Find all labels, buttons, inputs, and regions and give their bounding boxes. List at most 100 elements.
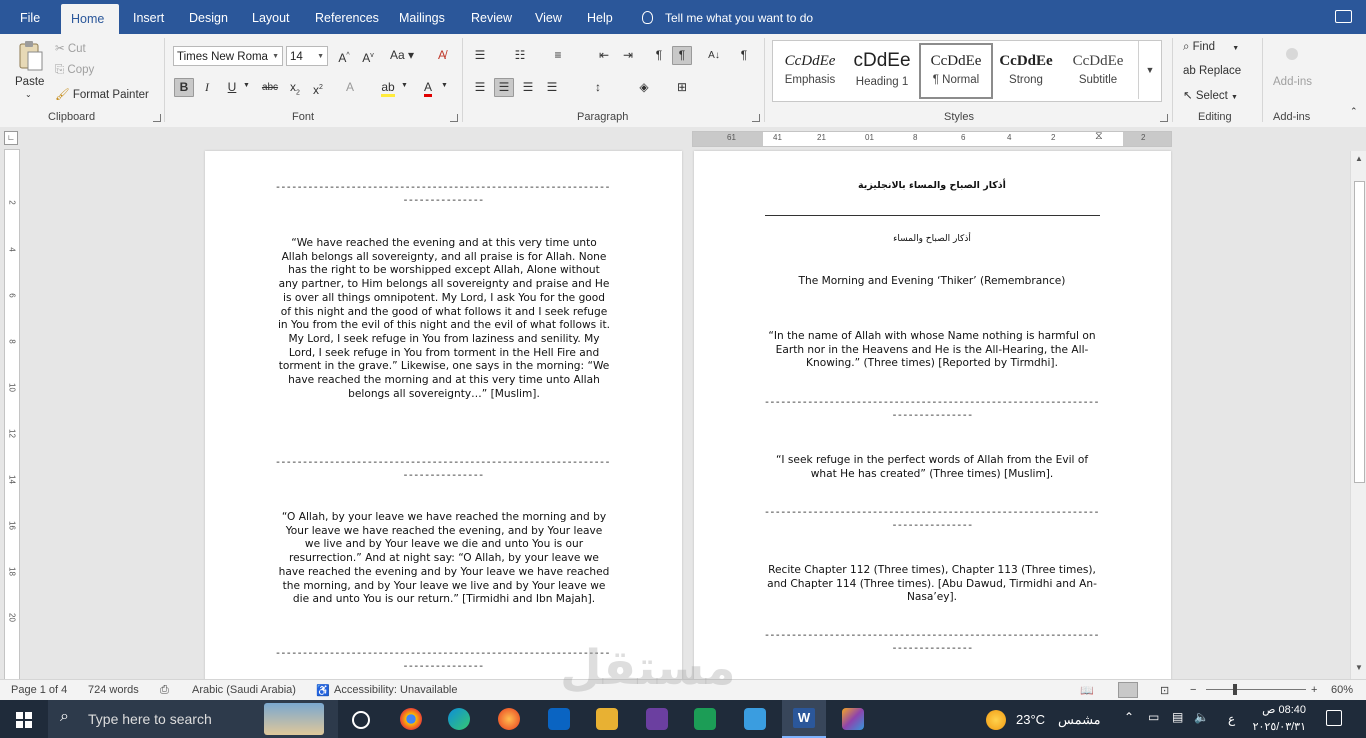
clock-time[interactable]: 08:40 ص: [1240, 703, 1306, 716]
firefox-icon[interactable]: [498, 708, 520, 730]
replace-button[interactable]: ab Replace: [1183, 65, 1241, 77]
find-button[interactable]: ⌕ Find ▼: [1183, 41, 1239, 54]
input-language[interactable]: ع: [1228, 712, 1235, 726]
scroll-down-icon[interactable]: ▼: [1355, 663, 1363, 672]
show-hidden-icons-icon[interactable]: ⌃: [1124, 710, 1134, 724]
app-icon[interactable]: [646, 708, 668, 730]
underline-icon[interactable]: U: [222, 78, 242, 97]
web-layout-icon[interactable]: ⊡: [1160, 684, 1169, 697]
grow-font-icon[interactable]: A^: [334, 46, 354, 65]
addins-button[interactable]: Add-ins: [1273, 76, 1312, 88]
tab-file[interactable]: File: [10, 0, 50, 34]
zoom-slider-thumb[interactable]: [1233, 684, 1237, 695]
font-color-dropdown-icon[interactable]: ▼: [441, 82, 448, 89]
tab-insert[interactable]: Insert: [123, 0, 174, 34]
styles-more-icon[interactable]: ▼: [1138, 41, 1161, 99]
language-status[interactable]: Arabic (Saudi Arabia): [192, 684, 296, 696]
vertical-ruler[interactable]: 2 4 6 8 10 12 14 16 18 20: [4, 149, 20, 679]
word-count[interactable]: 724 words: [88, 684, 139, 696]
text-effects-icon[interactable]: A: [340, 78, 360, 97]
bold-icon[interactable]: B: [174, 78, 194, 97]
multilevel-list-icon[interactable]: ≡: [548, 46, 568, 65]
network-icon[interactable]: ▤: [1172, 710, 1183, 724]
align-left-icon[interactable]: ☰: [470, 78, 490, 97]
accessibility-status[interactable]: Accessibility: Unavailable: [334, 684, 458, 696]
weather-label[interactable]: مشمس: [1058, 712, 1101, 728]
borders-icon[interactable]: ⊞: [672, 78, 692, 97]
shrink-font-icon[interactable]: Av: [358, 46, 378, 65]
file-explorer-icon[interactable]: [596, 708, 618, 730]
align-center-icon[interactable]: ☰: [494, 78, 514, 97]
windows-start-icon[interactable]: [16, 712, 32, 728]
copy-button[interactable]: ⎘ Copy: [55, 64, 94, 77]
tab-design[interactable]: Design: [179, 0, 238, 34]
align-right-icon[interactable]: ☰: [518, 78, 538, 97]
edge-icon[interactable]: [448, 708, 470, 730]
font-size-select[interactable]: 14 ▼: [286, 46, 328, 66]
zoom-out-icon[interactable]: −: [1190, 684, 1196, 696]
ltr-direction-icon[interactable]: ¶: [649, 46, 669, 65]
page-count[interactable]: Page 1 of 4: [11, 684, 67, 696]
battery-icon[interactable]: ▭: [1148, 710, 1159, 724]
zoom-level[interactable]: 60%: [1331, 684, 1353, 696]
underline-dropdown-icon[interactable]: ▼: [243, 82, 250, 89]
tab-selector-icon[interactable]: ∟: [4, 131, 18, 145]
print-layout-icon[interactable]: [1118, 682, 1138, 698]
sort-icon[interactable]: A↓: [704, 46, 724, 65]
rtl-direction-icon[interactable]: ¶: [672, 46, 692, 65]
paste-dropdown-icon[interactable]: ⌄: [25, 90, 32, 99]
line-spacing-icon[interactable]: ↕: [588, 78, 608, 97]
app-icon[interactable]: [744, 708, 766, 730]
task-view-icon[interactable]: [352, 711, 370, 729]
tab-references[interactable]: References: [305, 0, 389, 34]
indent-marker-icon[interactable]: ⧖: [1095, 130, 1103, 143]
style-subtitle[interactable]: CcDdEe Subtitle: [1063, 45, 1133, 97]
tab-view[interactable]: View: [525, 0, 572, 34]
tab-mailings[interactable]: Mailings: [389, 0, 455, 34]
highlight-dropdown-icon[interactable]: ▼: [401, 82, 408, 89]
scrollbar-thumb[interactable]: [1354, 181, 1365, 483]
numbering-icon[interactable]: ☷: [510, 46, 530, 65]
tab-layout[interactable]: Layout: [242, 0, 300, 34]
outlook-icon[interactable]: [548, 708, 570, 730]
strikethrough-icon[interactable]: abc: [260, 78, 280, 97]
select-button[interactable]: ↖ Select ▼: [1183, 88, 1238, 102]
paragraph-launcher-icon[interactable]: [752, 114, 760, 122]
comments-icon[interactable]: [1335, 10, 1352, 23]
copilot-icon[interactable]: [842, 708, 864, 730]
tab-home[interactable]: Home: [61, 4, 119, 34]
notifications-icon[interactable]: [1326, 710, 1342, 726]
font-color-icon[interactable]: A: [418, 78, 438, 97]
zoom-in-icon[interactable]: +: [1311, 684, 1317, 696]
superscript-icon[interactable]: x2: [308, 78, 328, 97]
highlight-icon[interactable]: ab: [378, 78, 398, 97]
styles-launcher-icon[interactable]: [1160, 114, 1168, 122]
font-launcher-icon[interactable]: [450, 114, 458, 122]
paste-button[interactable]: Paste: [15, 76, 44, 88]
bullets-icon[interactable]: ☰: [470, 46, 490, 65]
collapse-ribbon-icon[interactable]: ⌃: [1350, 106, 1358, 117]
tab-help[interactable]: Help: [577, 0, 623, 34]
justify-icon[interactable]: ☰: [542, 78, 562, 97]
style-strong[interactable]: CcDdEe Strong: [991, 45, 1061, 97]
tell-me-search[interactable]: Tell me what you want to do: [642, 0, 813, 34]
increase-indent-icon[interactable]: ⇥: [618, 46, 638, 65]
document-page-right[interactable]: أذكار الصباح والمساء بالانجليزية أذكار ا…: [694, 151, 1171, 679]
italic-icon[interactable]: I: [197, 78, 217, 97]
clear-formatting-icon[interactable]: A̸: [432, 46, 452, 65]
style-heading-1[interactable]: cDdEe Heading 1: [847, 45, 917, 97]
format-painter-button[interactable]: 🖌 Format Painter: [55, 87, 149, 101]
clock-date[interactable]: ٢٠٢٥/٠٣/٣١: [1240, 720, 1306, 733]
change-case-icon[interactable]: Aa ▾: [388, 46, 416, 65]
style-emphasis[interactable]: CcDdEe Emphasis: [775, 45, 845, 97]
chrome-icon[interactable]: [400, 708, 422, 730]
zoom-slider[interactable]: [1206, 689, 1306, 690]
scroll-up-icon[interactable]: ▲: [1355, 154, 1363, 163]
volume-icon[interactable]: 🔈: [1194, 710, 1209, 724]
paste-icon[interactable]: [16, 40, 44, 72]
decrease-indent-icon[interactable]: ⇤: [594, 46, 614, 65]
app-icon[interactable]: [694, 708, 716, 730]
taskbar-search[interactable]: ⌕ Type here to search: [48, 700, 338, 738]
document-page-left[interactable]: --------------- --------------- ----------…: [205, 151, 682, 679]
temperature[interactable]: 23°C: [1016, 712, 1045, 727]
